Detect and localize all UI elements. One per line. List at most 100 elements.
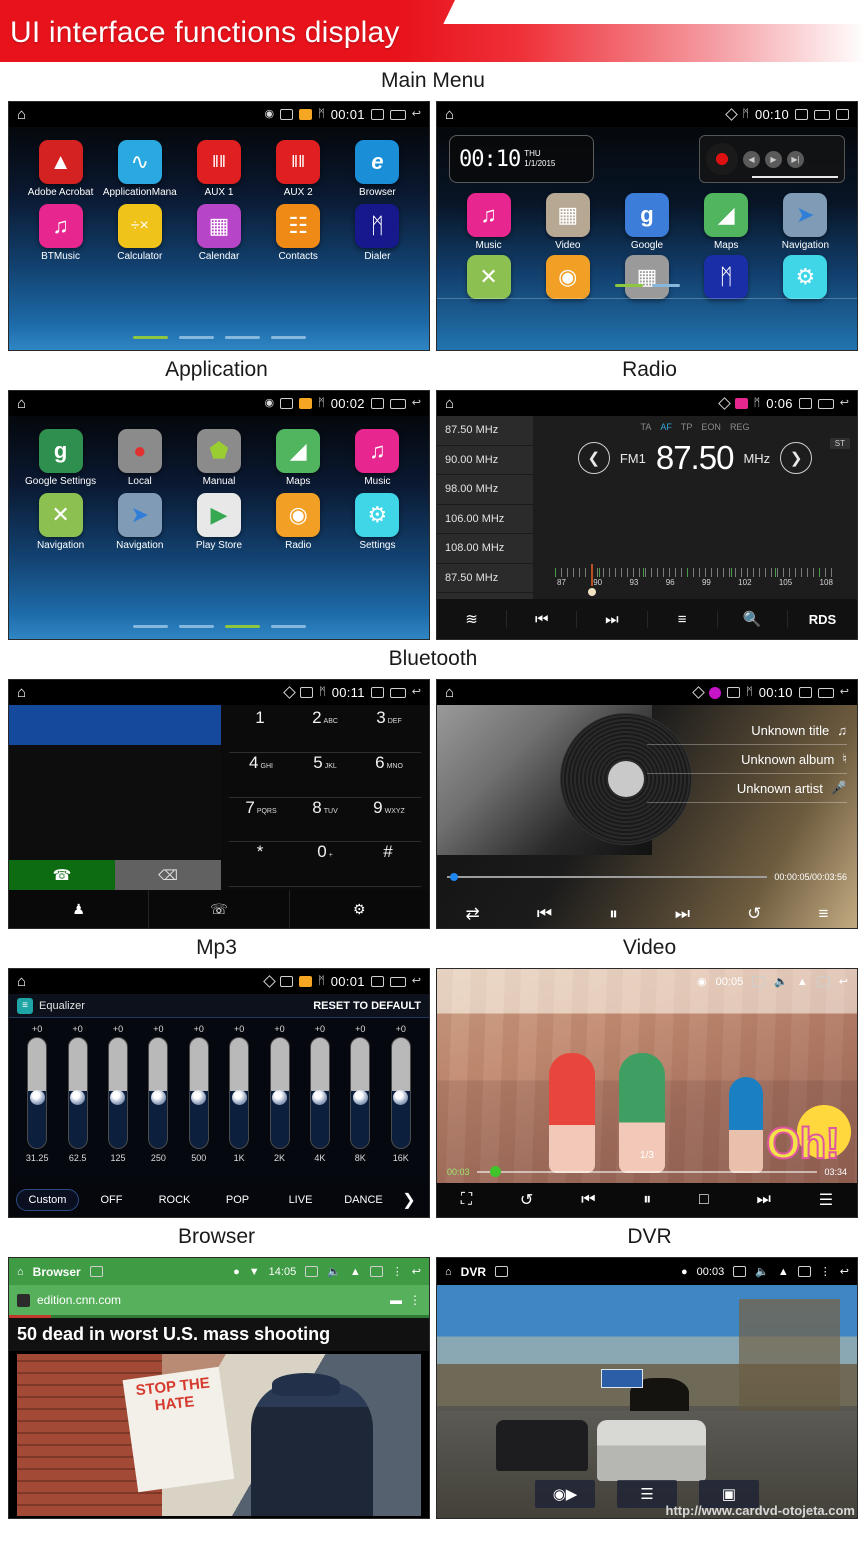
clock-widget[interactable]: 00:10 THU 1/1/2015 [449, 135, 594, 183]
bluetooth-settings-button[interactable]: ⚙ [290, 890, 429, 928]
preset-item[interactable]: 98.00 MHz [437, 475, 533, 505]
screen-application-page3[interactable]: ⌂ ◉ ᛗ 00:02 ↩ g Google Settings ● Local ⬟ M… [8, 390, 430, 640]
radio-previous-button[interactable]: ⏮ [507, 610, 578, 628]
slider-thumb[interactable] [150, 1089, 166, 1105]
screen-bluetooth-dialer[interactable]: ⌂ ᛗ 00:11 ↩ ☎ ⌫ 1 2 ABC 3 DEF 4 GHI 5 JK… [8, 679, 430, 929]
eq-band-slider[interactable] [148, 1037, 169, 1149]
pause-icon[interactable]: ⏸ [643, 1191, 651, 1209]
video-progress-bar[interactable]: 00:03 03:34 [447, 1166, 847, 1177]
next-icon[interactable]: ⏭ [675, 904, 690, 924]
dialpad-key-7[interactable]: 7 PQRS [229, 798, 293, 843]
progress-rail[interactable] [476, 1166, 818, 1177]
rds-flag-reg[interactable]: REG [730, 422, 750, 432]
home-icon[interactable]: ⌂ [17, 685, 26, 700]
shuffle-icon[interactable]: ⇄ [466, 904, 480, 924]
preset-item[interactable]: 90.00 MHz [437, 446, 533, 475]
screen-equalizer[interactable]: ⌂ ᛗ 00:01 ↩ ≡ Equalizer RESET TO DEFAULT… [8, 968, 430, 1218]
next-icon[interactable]: ⏭ [757, 1191, 771, 1209]
camcorder-icon[interactable]: ◉▶ [535, 1480, 595, 1508]
radio-band-label[interactable]: FM1 [620, 451, 646, 466]
preset-item[interactable]: 108.00 MHz [437, 534, 533, 564]
back-icon[interactable]: ↩ [840, 1265, 849, 1278]
progress-knob[interactable] [490, 1166, 502, 1177]
previous-icon[interactable]: ⏮ [537, 904, 552, 924]
eq-band-slider[interactable] [229, 1037, 250, 1149]
slider-thumb[interactable] [29, 1089, 45, 1105]
rds-flag-ta[interactable]: TA [641, 422, 652, 432]
fullscreen-icon[interactable]: ⛶ [461, 1191, 472, 1209]
home-icon[interactable]: ⌂ [445, 685, 454, 700]
dialpad-key-3[interactable]: 3 DEF [357, 708, 421, 753]
app-item[interactable]: ⚙ [766, 255, 845, 302]
radio-scale[interactable]: 87 90 93 96 99 102 105 108 [555, 564, 835, 596]
eq-band-slider[interactable] [27, 1037, 48, 1149]
page-indicator[interactable] [9, 625, 429, 628]
home-icon[interactable]: ⌂ [445, 1266, 452, 1278]
preset-item[interactable]: 87.50 MHz [437, 416, 533, 446]
dialpad[interactable]: 1 2 ABC 3 DEF 4 GHI 5 JKL 6 MNO 7 PQRS 8 TUV 9W… [221, 705, 429, 890]
screen-radio[interactable]: ⌂ ᛗ 0:06 ↩ 87.50 MHz 90.00 MHz 98.00 MHz… [436, 390, 858, 640]
media-progress[interactable] [752, 176, 838, 178]
back-icon[interactable]: ↩ [412, 109, 421, 120]
overflow-menu-icon[interactable]: ⋮ [820, 1265, 831, 1278]
app-item[interactable]: g Google Settings [21, 429, 100, 487]
page-dot[interactable] [132, 336, 168, 339]
app-item[interactable]: ▶ Play Store [179, 493, 258, 551]
dialpad-key-5[interactable]: 5 JKL [293, 753, 357, 798]
radio-preset-list[interactable]: 87.50 MHz 90.00 MHz 98.00 MHz 106.00 MHz… [437, 416, 533, 599]
dialpad-key-star[interactable]: * [229, 842, 293, 887]
playlist-icon[interactable]: ☰ [819, 1190, 833, 1210]
preset-pop[interactable]: POP [207, 1194, 268, 1206]
radio-scan-button[interactable]: ≋ [437, 610, 508, 628]
recents-icon[interactable] [389, 109, 406, 120]
radio-equalizer-button[interactable]: ≡ [648, 610, 718, 628]
preset-dance[interactable]: DANCE [333, 1194, 394, 1206]
back-icon[interactable]: ↩ [840, 687, 849, 698]
equalizer-icon[interactable]: ≡ [818, 904, 828, 924]
app-item[interactable]: ♫ Music [338, 429, 417, 487]
app-item[interactable]: ▦ Video [528, 193, 607, 251]
back-icon[interactable]: ↩ [412, 398, 421, 409]
screen-main-menu[interactable]: ⌂ ᛗ 00:10 00:10 THU 1/1/2015 ◀ ▶ ▶| ♫ Mu… [436, 101, 858, 351]
eq-band-slider[interactable] [107, 1037, 128, 1149]
home-icon[interactable]: ⌂ [445, 107, 454, 122]
browser-url-bar[interactable]: edition.cnn.com ▬ ⋮ [9, 1285, 429, 1315]
app-item[interactable]: ▦ Calendar [179, 204, 258, 262]
eq-band-slider[interactable] [269, 1037, 290, 1149]
volume-icon[interactable]: 🔈 [755, 1265, 769, 1278]
app-item[interactable]: ◉ Radio [259, 493, 338, 551]
slider-thumb[interactable] [70, 1089, 86, 1105]
preset-live[interactable]: LIVE [270, 1194, 331, 1206]
mp3-progress-bar[interactable]: 00:00:05/00:03:56 [447, 872, 847, 882]
slider-thumb[interactable] [352, 1089, 368, 1105]
slider-thumb[interactable] [393, 1089, 409, 1105]
previous-icon[interactable]: ⏮ [581, 1191, 595, 1209]
rds-flag-af[interactable]: AF [660, 422, 672, 432]
eq-band[interactable]: +0 500 [182, 1024, 216, 1163]
radio-rds-button[interactable]: RDS [788, 612, 857, 627]
dialpad-key-hash[interactable]: # [357, 842, 421, 887]
dialpad-key-1[interactable]: 1 [229, 708, 293, 753]
stop-icon[interactable]: □ [699, 1191, 709, 1209]
volume-icon[interactable]: 🔈 [774, 975, 788, 988]
preset-custom[interactable]: Custom [16, 1189, 79, 1211]
media-widget[interactable]: ◀ ▶ ▶| [699, 135, 845, 183]
back-icon[interactable]: ↩ [412, 687, 421, 698]
app-item[interactable]: ‖‖ AUX 1 [179, 140, 258, 198]
dialpad-key-8[interactable]: 8 TUV [293, 798, 357, 843]
prev-icon[interactable]: ◀ [743, 150, 760, 168]
slider-thumb[interactable] [110, 1089, 126, 1105]
eq-band-slider[interactable] [309, 1037, 330, 1149]
eject-icon[interactable]: ▲ [778, 1266, 789, 1278]
eq-band[interactable]: +0 125 [101, 1024, 135, 1163]
app-item[interactable]: ⬟ Manual [179, 429, 258, 487]
screen-application-page1[interactable]: ⌂ ◉ ᛗ 00:01 ↩ ▲ Adobe Acrobat ∿ Applicatio… [8, 101, 430, 351]
home-icon[interactable]: ⌂ [17, 974, 26, 989]
home-icon[interactable]: ⌂ [17, 396, 26, 411]
app-item[interactable]: ◉ [528, 255, 607, 302]
recents-icon[interactable] [814, 109, 830, 120]
call-button[interactable]: ☎ [9, 860, 115, 890]
eq-band-slider[interactable] [350, 1037, 371, 1149]
eq-band[interactable]: +0 2K [263, 1024, 297, 1163]
app-item[interactable]: ✕ [449, 255, 528, 302]
